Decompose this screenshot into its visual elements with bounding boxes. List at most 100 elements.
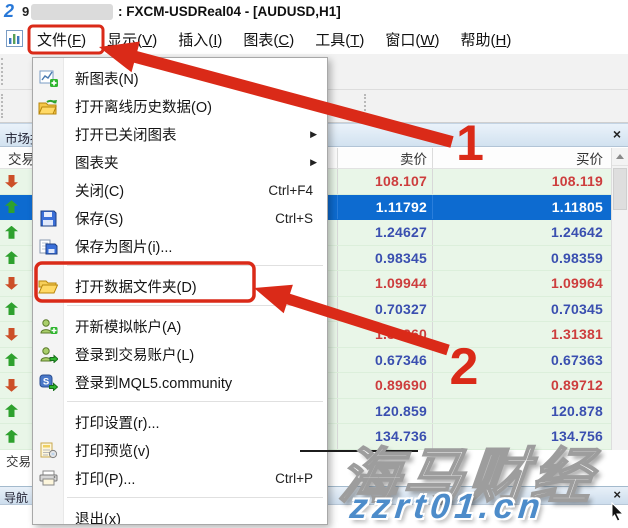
menu-item-label: 登录到MQL5.community bbox=[75, 372, 232, 393]
buy-column-header[interactable]: 买价 bbox=[433, 148, 611, 168]
menu-item[interactable]: S 登录到MQL5.community bbox=[33, 368, 327, 396]
trend-up-icon bbox=[5, 200, 18, 213]
sell-price: 1.24627 bbox=[338, 220, 433, 245]
toolbar-grip[interactable] bbox=[1, 94, 4, 118]
toolbar-grip[interactable] bbox=[1, 58, 4, 85]
menu-item[interactable]: 图表夹 ▶ bbox=[33, 148, 327, 176]
buy-price: 0.89712 bbox=[433, 373, 611, 398]
menu-item[interactable]: 打开数据文件夹(D) bbox=[33, 272, 327, 300]
menu-item[interactable]: 登录到交易账户(L) bbox=[33, 340, 327, 368]
menu-item[interactable]: 打开已关闭图表 ▶ bbox=[33, 120, 327, 148]
menu-item-label: 图表夹 bbox=[75, 152, 119, 173]
menu-separator bbox=[33, 492, 327, 504]
toolbar-grip[interactable] bbox=[364, 94, 367, 118]
buy-price: 108.119 bbox=[433, 169, 611, 194]
mt4-window: 2 9 : FXCM-USDReal04 - [AUDUSD,H1] 文件(F)… bbox=[0, 0, 628, 528]
menu-item-label: 保存为图片(i)... bbox=[75, 236, 172, 257]
sell-price: 1.09944 bbox=[338, 271, 433, 296]
menu-item-label: 打开数据文件夹(D) bbox=[75, 276, 197, 297]
buy-price: 0.67363 bbox=[433, 348, 611, 373]
menu-item[interactable]: 开新模拟帐户(A) bbox=[33, 312, 327, 340]
menu-item[interactable]: 打印设置(r)... bbox=[33, 408, 327, 436]
trend-down-icon bbox=[5, 175, 18, 188]
folder-history-icon bbox=[33, 98, 63, 115]
buy-price: 120.878 bbox=[433, 399, 611, 424]
trend-up-icon bbox=[5, 404, 18, 417]
buy-price: 0.70345 bbox=[433, 297, 611, 322]
menu-separator bbox=[33, 260, 327, 272]
menu-item-label: 登录到交易账户(L) bbox=[75, 344, 194, 365]
file-menu-dropdown: 新图表(N) 打开离线历史数据(O) 打开已关闭图表 ▶ 图表夹 ▶ 关闭(C)Ctrl+F… bbox=[32, 57, 328, 525]
submenu-arrow-icon: ▶ bbox=[310, 157, 317, 168]
close-icon[interactable]: × bbox=[613, 126, 621, 142]
chart-plus-icon bbox=[33, 69, 63, 88]
trend-down-icon bbox=[5, 277, 18, 290]
user-plus-icon bbox=[33, 318, 63, 335]
menubar-item-tools[interactable]: 工具(T) bbox=[315, 29, 364, 50]
menubar-item-help[interactable]: 帮助(H) bbox=[461, 29, 512, 50]
svg-text:S: S bbox=[42, 376, 48, 387]
printer-icon bbox=[33, 470, 63, 486]
menu-item-shortcut: Ctrl+P bbox=[275, 471, 313, 486]
sell-price: 0.98345 bbox=[338, 246, 433, 271]
mql5-icon: S bbox=[33, 374, 63, 391]
menu-item-label: 打开离线历史数据(O) bbox=[75, 96, 212, 117]
buy-price: 1.24642 bbox=[433, 220, 611, 245]
menu-item[interactable]: 打印(P)... Ctrl+P bbox=[33, 464, 327, 492]
menu-item-label: 关闭(C) bbox=[75, 180, 124, 201]
menu-item[interactable]: 保存(S)Ctrl+S bbox=[33, 204, 327, 232]
sell-price: 0.89690 bbox=[338, 373, 433, 398]
sell-price: 1.31360 bbox=[338, 322, 433, 347]
menu-item-label: 打印(P)... bbox=[75, 468, 135, 489]
watermark-url: zzrt01.cn bbox=[348, 487, 547, 527]
trend-down-icon bbox=[5, 328, 18, 341]
menubar-item-window[interactable]: 窗口(W) bbox=[385, 29, 439, 50]
sell-price: 0.67346 bbox=[338, 348, 433, 373]
sell-price: 0.70327 bbox=[338, 297, 433, 322]
account-number: 9 bbox=[22, 4, 29, 19]
sell-price: 1.11792 bbox=[338, 195, 433, 220]
menubar-item-view[interactable]: 显示(V) bbox=[107, 29, 157, 50]
submenu-arrow-icon: ▶ bbox=[310, 129, 317, 140]
scroll-up-icon[interactable] bbox=[612, 148, 628, 166]
buy-price: 1.11805 bbox=[433, 195, 611, 220]
buy-price: 0.98359 bbox=[433, 246, 611, 271]
trend-up-icon bbox=[5, 430, 18, 443]
preview-icon bbox=[33, 442, 63, 459]
menubar-item-file[interactable]: 文件(F) bbox=[37, 29, 86, 50]
mt4-logo-icon: 2 bbox=[4, 1, 14, 22]
menubar-item-charts[interactable]: 图表(C) bbox=[243, 29, 294, 50]
menu-item[interactable]: 保存为图片(i)... bbox=[33, 232, 327, 260]
buy-price: 1.09964 bbox=[433, 271, 611, 296]
menu-item-label: 新图表(N) bbox=[75, 68, 139, 89]
menu-bar: 文件(F) 显示(V) 插入(I) 图表(C) 工具(T) 窗口(W) 帮助(H) bbox=[0, 24, 628, 54]
menu-item[interactable]: 新图表(N) bbox=[33, 64, 327, 92]
menu-item-label: 退出(x) bbox=[75, 508, 121, 526]
scrollbar[interactable] bbox=[611, 148, 628, 450]
scrollbar-thumb[interactable] bbox=[613, 168, 627, 210]
menu-item-label: 打印设置(r)... bbox=[75, 412, 160, 433]
floppy-image-icon bbox=[33, 238, 63, 255]
redaction-box bbox=[31, 4, 113, 20]
menubar-item-insert[interactable]: 插入(I) bbox=[178, 29, 222, 50]
title-bar: 2 9 : FXCM-USDReal04 - [AUDUSD,H1] bbox=[0, 0, 628, 24]
floppy-icon bbox=[33, 210, 63, 227]
close-icon[interactable]: × bbox=[613, 487, 621, 502]
menu-item-label: 开新模拟帐户(A) bbox=[75, 316, 181, 337]
chart-window-icon bbox=[6, 30, 23, 52]
navigator-title: 导航 bbox=[4, 489, 28, 506]
sell-price: 108.107 bbox=[338, 169, 433, 194]
menu-item[interactable]: 退出(x) bbox=[33, 504, 327, 525]
mouse-cursor bbox=[610, 502, 626, 527]
trend-up-icon bbox=[5, 302, 18, 315]
menu-item[interactable]: 关闭(C)Ctrl+F4 bbox=[33, 176, 327, 204]
menu-item[interactable]: 打开离线历史数据(O) bbox=[33, 92, 327, 120]
menu-item[interactable]: 打印预览(v) bbox=[33, 436, 327, 464]
sell-price: 120.859 bbox=[338, 399, 433, 424]
trend-up-icon bbox=[5, 353, 18, 366]
menu-item-label: 打印预览(v) bbox=[75, 440, 150, 461]
trend-up-icon bbox=[5, 251, 18, 264]
menu-bar-items: 文件(F) 显示(V) 插入(I) 图表(C) 工具(T) 窗口(W) 帮助(H) bbox=[0, 24, 628, 54]
menu-item-label: 打开已关闭图表 bbox=[75, 124, 177, 145]
sell-column-header[interactable]: 卖价 bbox=[338, 148, 433, 168]
